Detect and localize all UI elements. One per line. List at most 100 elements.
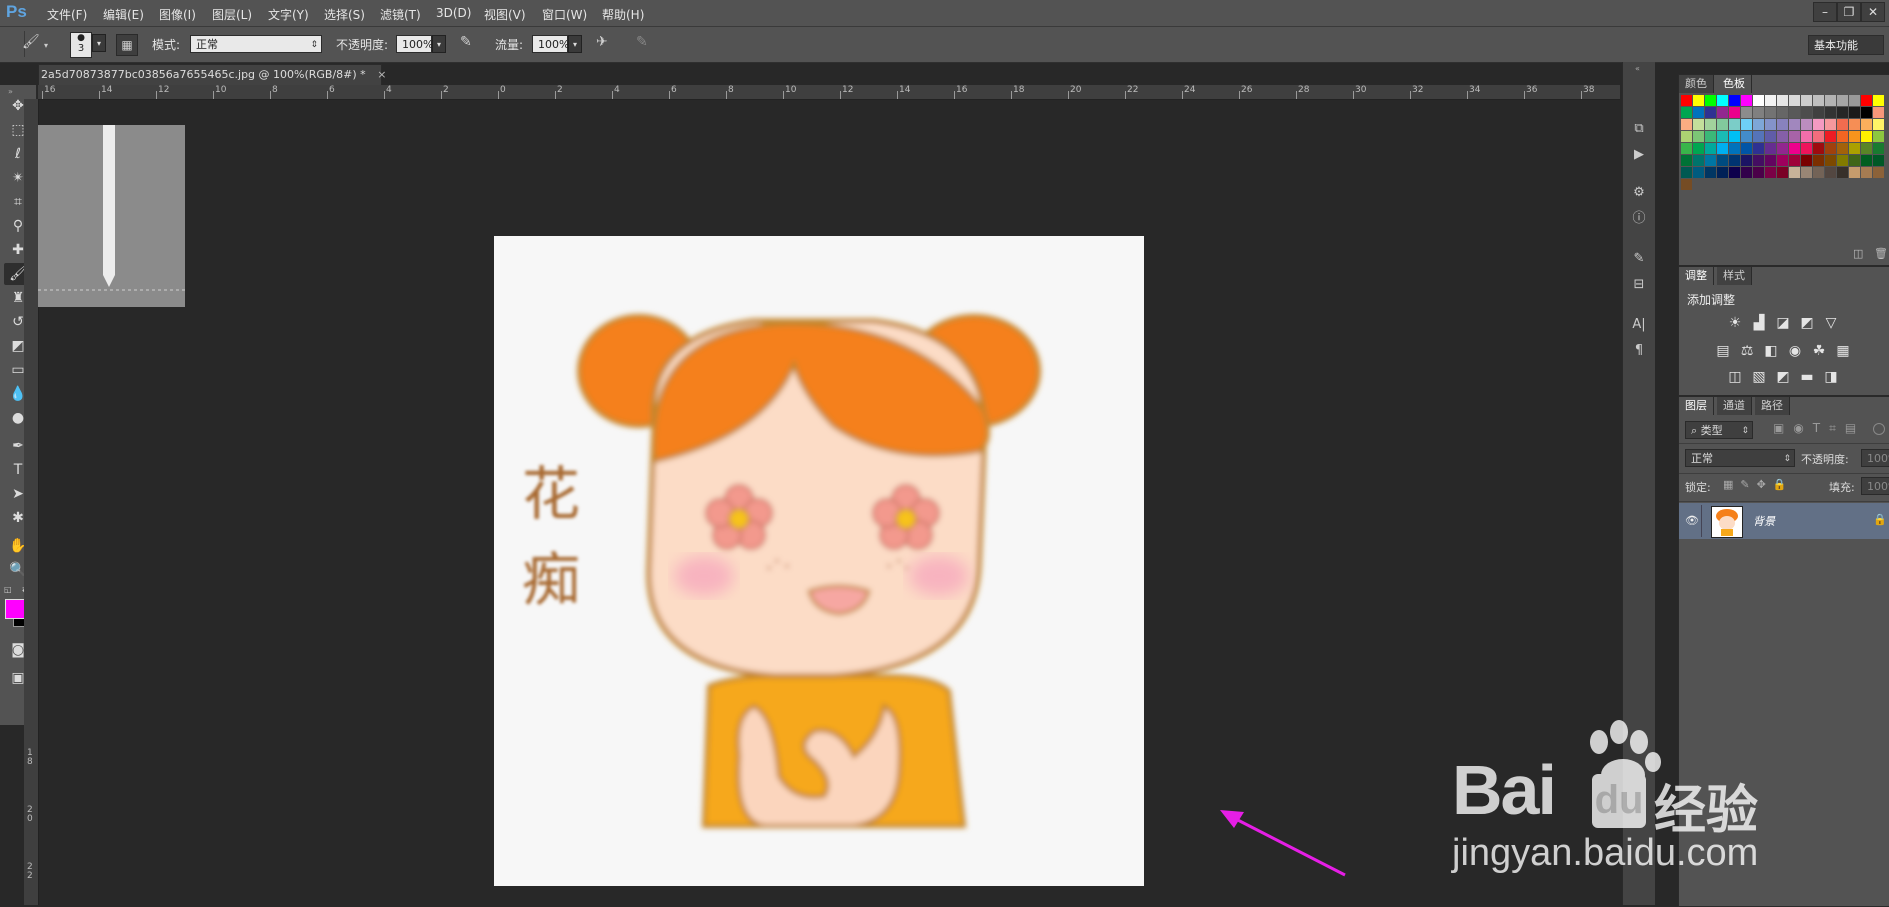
color-swatch[interactable]	[1717, 155, 1728, 166]
menu-filter[interactable]: 滤镜(T)	[380, 6, 421, 23]
paragraph-panel-icon[interactable]: ¶	[1627, 340, 1651, 362]
color-swatch[interactable]	[1873, 107, 1884, 118]
close-icon[interactable]: ✕	[1861, 2, 1885, 22]
color-swatch[interactable]	[1801, 143, 1812, 154]
threshold-icon[interactable]: ◩	[1773, 369, 1793, 385]
black-white-icon[interactable]: ◧	[1761, 343, 1781, 359]
brush-panel-toggle-icon[interactable]: ▦	[116, 34, 138, 56]
color-swatch[interactable]	[1837, 119, 1848, 130]
color-swatch[interactable]	[1717, 131, 1728, 142]
color-swatch[interactable]	[1693, 107, 1704, 118]
filter-toggle-icon[interactable]	[1873, 423, 1885, 435]
color-swatch[interactable]	[1813, 95, 1824, 106]
color-swatch[interactable]	[1693, 95, 1704, 106]
color-swatch[interactable]	[1813, 143, 1824, 154]
collapse-icon[interactable]: «	[1635, 64, 1640, 73]
color-lookup-icon[interactable]: ▦	[1833, 343, 1853, 359]
chevron-down-icon[interactable]: ▾	[44, 41, 48, 50]
new-swatch-icon[interactable]: ◫	[1853, 247, 1863, 260]
color-swatch[interactable]	[1801, 155, 1812, 166]
layer-opacity-input[interactable]: 100%	[1861, 449, 1889, 467]
color-swatch[interactable]	[1729, 131, 1740, 142]
fill-input[interactable]: 100%	[1861, 477, 1889, 495]
tab-color[interactable]: 颜色	[1679, 75, 1714, 93]
posterize-icon[interactable]: ▧	[1749, 369, 1769, 385]
layer-row[interactable]: 👁 背景 🔒	[1679, 503, 1889, 539]
color-swatch[interactable]	[1741, 131, 1752, 142]
color-swatch[interactable]	[1765, 107, 1776, 118]
color-swatch[interactable]	[1849, 95, 1860, 106]
tab-layers[interactable]: 图层	[1679, 397, 1714, 415]
brush-size-dropdown[interactable]: ▾	[92, 34, 106, 52]
color-swatch[interactable]	[1861, 107, 1872, 118]
color-swatch[interactable]	[1801, 131, 1812, 142]
restore-icon[interactable]: ❐	[1837, 2, 1861, 22]
brush-presets-icon[interactable]: ⊟	[1627, 274, 1651, 296]
color-swatch[interactable]	[1777, 95, 1788, 106]
vibrance-icon[interactable]: ▽	[1821, 315, 1841, 331]
color-swatch[interactable]	[1693, 131, 1704, 142]
menu-select[interactable]: 选择(S)	[324, 6, 365, 23]
color-balance-icon[interactable]: ⚖	[1737, 343, 1757, 359]
color-swatch[interactable]	[1873, 155, 1884, 166]
color-swatch[interactable]	[1717, 95, 1728, 106]
lock-icons[interactable]: ▦✎✥🔒	[1723, 478, 1794, 491]
color-swatch[interactable]	[1717, 119, 1728, 130]
color-swatch[interactable]	[1861, 95, 1872, 106]
pressure-size-icon[interactable]: ✎	[636, 34, 648, 50]
color-swatch[interactable]	[1825, 131, 1836, 142]
color-swatch[interactable]	[1777, 143, 1788, 154]
color-swatch[interactable]	[1729, 119, 1740, 130]
workspace-select[interactable]: 基本功能	[1808, 35, 1884, 55]
color-swatch[interactable]	[1849, 155, 1860, 166]
color-swatch[interactable]	[1729, 167, 1740, 178]
brush-tool-preset-icon[interactable]: 🖌	[22, 34, 40, 50]
color-swatch[interactable]	[1789, 143, 1800, 154]
levels-icon[interactable]: ▟	[1749, 315, 1769, 331]
history-panel-icon[interactable]: ⧉	[1627, 118, 1651, 140]
menu-image[interactable]: 图像(I)	[159, 6, 196, 23]
default-colors-icon[interactable]: ◱	[4, 585, 12, 594]
menu-window[interactable]: 窗口(W)	[542, 6, 587, 23]
color-swatch[interactable]	[1837, 107, 1848, 118]
color-swatch[interactable]	[1741, 155, 1752, 166]
color-swatch[interactable]	[1705, 95, 1716, 106]
visibility-eye-icon[interactable]: 👁	[1685, 514, 1699, 527]
menu-edit[interactable]: 编辑(E)	[103, 6, 144, 23]
delete-swatch-icon[interactable]: 🗑	[1874, 247, 1888, 260]
brightness-icon[interactable]: ☀	[1725, 315, 1745, 331]
color-swatch[interactable]	[1837, 131, 1848, 142]
document-tab[interactable]: 2a5d70873877bc03856a7655465c.jpg @ 100%(…	[38, 64, 386, 86]
opacity-dropdown[interactable]: ▾	[432, 35, 446, 53]
color-swatch[interactable]	[1813, 131, 1824, 142]
color-swatch[interactable]	[1789, 119, 1800, 130]
color-swatch[interactable]	[1729, 107, 1740, 118]
color-swatch[interactable]	[1849, 167, 1860, 178]
color-swatch[interactable]	[1681, 107, 1692, 118]
menu-3d[interactable]: 3D(D)	[436, 6, 471, 20]
tab-channels[interactable]: 通道	[1717, 397, 1752, 415]
color-swatch[interactable]	[1777, 155, 1788, 166]
photo-filter-icon[interactable]: ◉	[1785, 343, 1805, 359]
close-tab-icon[interactable]: ×	[377, 68, 386, 81]
color-swatch[interactable]	[1753, 95, 1764, 106]
color-swatch[interactable]	[1693, 119, 1704, 130]
actions-panel-icon[interactable]: ▶	[1627, 144, 1651, 166]
channel-mixer-icon[interactable]: ☘	[1809, 343, 1829, 359]
color-swatch[interactable]	[1825, 107, 1836, 118]
color-swatch[interactable]	[1765, 143, 1776, 154]
tab-paths[interactable]: 路径	[1755, 397, 1790, 415]
color-swatch[interactable]	[1861, 131, 1872, 142]
color-swatch[interactable]	[1849, 119, 1860, 130]
character-panel-icon[interactable]: A|	[1627, 314, 1651, 336]
layer-name[interactable]: 背景	[1753, 513, 1775, 529]
layer-filter-select[interactable]: ⌕ 类型 ⇕	[1685, 421, 1753, 439]
color-swatch[interactable]	[1789, 155, 1800, 166]
exposure-icon[interactable]: ◩	[1797, 315, 1817, 331]
color-swatch[interactable]	[1705, 143, 1716, 154]
color-swatch[interactable]	[1873, 95, 1884, 106]
color-swatch[interactable]	[1873, 167, 1884, 178]
color-swatch[interactable]	[1717, 167, 1728, 178]
color-swatch[interactable]	[1801, 119, 1812, 130]
invert-icon[interactable]: ◫	[1725, 369, 1745, 385]
